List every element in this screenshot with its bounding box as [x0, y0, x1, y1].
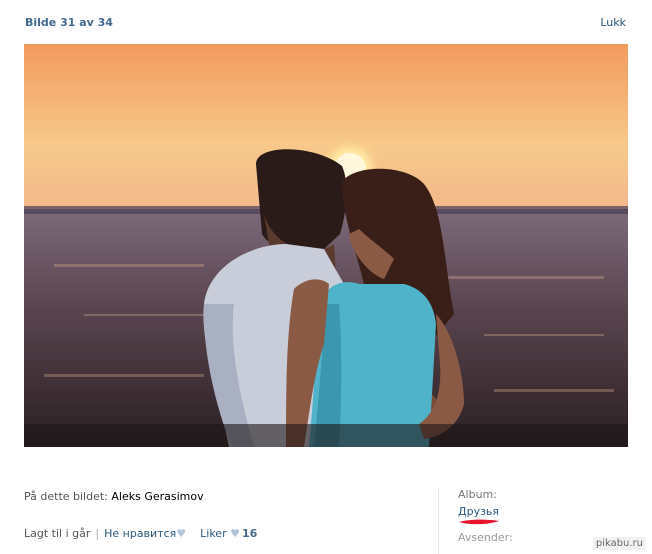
separator: |	[95, 527, 100, 540]
like-count: 16	[241, 527, 258, 540]
dislike-link[interactable]: Не нравится	[104, 527, 176, 540]
photo-counter-title: Bilde 31 av 34	[25, 16, 113, 29]
sender-label: Avsender:	[458, 531, 513, 544]
tagged-people-row: På dette bildet: Aleks Gerasimov	[24, 490, 424, 503]
album-link[interactable]: Друзья	[458, 505, 499, 518]
like-link[interactable]: Liker	[200, 527, 226, 540]
sunset-couple-photo	[24, 44, 628, 447]
heart-icon[interactable]: ♥	[230, 527, 240, 540]
tagged-person-link[interactable]: Aleks Gerasimov	[111, 490, 203, 503]
photo-actions: Lagt til i går | Не нравится♥ Liker ♥ 16	[24, 527, 257, 540]
photo-info: På dette bildet: Aleks Gerasimov	[24, 490, 424, 503]
album-info: Album: Друзья	[458, 488, 499, 518]
column-divider	[438, 487, 439, 554]
added-date: Lagt til i går	[24, 527, 91, 540]
photo-image[interactable]	[24, 44, 628, 447]
tagged-prefix: På dette bildet:	[24, 490, 112, 503]
heart-icon: ♥	[176, 527, 187, 540]
pikabu-watermark: pikabu.ru	[592, 537, 646, 550]
album-label: Album:	[458, 488, 497, 501]
red-underline-mark	[459, 519, 499, 525]
close-link[interactable]: Lukk	[600, 16, 626, 29]
viewer-header: Bilde 31 av 34 Lukk	[0, 0, 652, 44]
